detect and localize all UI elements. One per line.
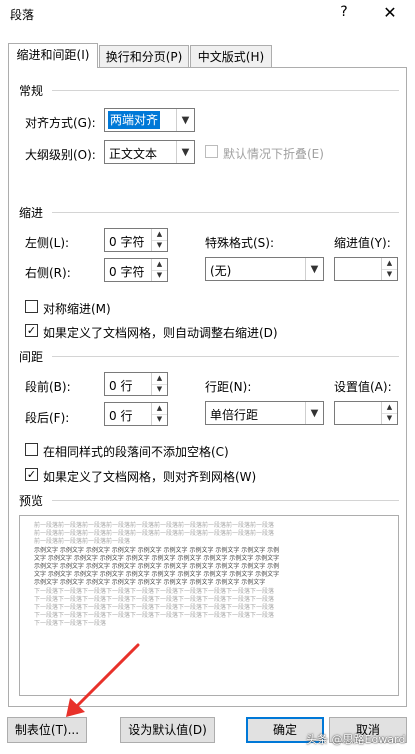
tab-indents-spacing[interactable]: 缩进和间距(I) bbox=[8, 43, 98, 68]
watermark: 头条 @思路Edward bbox=[306, 733, 406, 746]
annotation-arrow-icon bbox=[66, 643, 140, 717]
